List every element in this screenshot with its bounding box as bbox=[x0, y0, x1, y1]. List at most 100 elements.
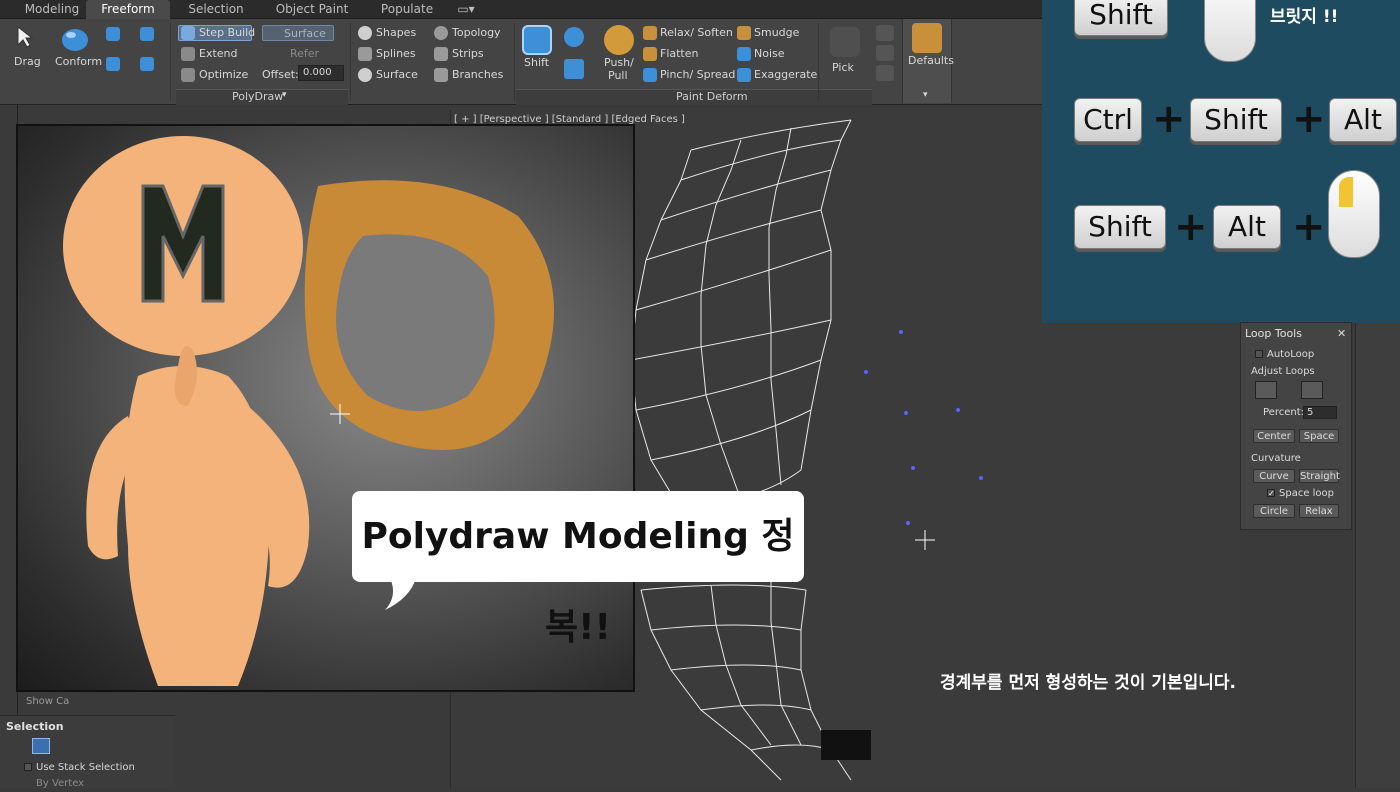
shapes-icon bbox=[358, 26, 372, 40]
show-cage-label[interactable]: Show Ca bbox=[26, 696, 69, 707]
polydraw-dropdown-icon[interactable]: ▾ bbox=[282, 90, 287, 100]
strips-icon bbox=[434, 47, 448, 61]
center-button[interactable]: Center bbox=[1253, 429, 1295, 443]
adjust-loop-left-icon[interactable] bbox=[1255, 381, 1277, 399]
relax-button[interactable]: Relax bbox=[1299, 504, 1339, 518]
exaggerate-button[interactable]: Exaggerate bbox=[754, 68, 817, 81]
topology-icon bbox=[434, 26, 448, 40]
splines-button[interactable]: Splines bbox=[376, 47, 416, 60]
mouse-left-button-highlight bbox=[1339, 177, 1353, 207]
loop-tools-close-icon[interactable]: ✕ bbox=[1337, 327, 1346, 340]
percent-label: Percent: bbox=[1263, 407, 1304, 418]
curve-button[interactable]: Curve bbox=[1253, 469, 1295, 483]
straight-button[interactable]: Straight bbox=[1299, 469, 1340, 483]
shift-icon[interactable] bbox=[522, 25, 552, 55]
key-shift-row3: Shift bbox=[1074, 205, 1166, 249]
topology-button[interactable]: Topology bbox=[452, 26, 501, 39]
key-ctrl: Ctrl bbox=[1074, 98, 1142, 142]
by-vertex-label: By Vertex bbox=[36, 778, 85, 789]
percent-input[interactable]: 5 bbox=[1303, 406, 1337, 419]
noise-button[interactable]: Noise bbox=[754, 47, 785, 60]
close-icon[interactable] bbox=[876, 45, 894, 61]
extend-icon bbox=[181, 47, 195, 61]
extend-button[interactable]: Extend bbox=[199, 47, 238, 60]
polydraw-group-label[interactable]: PolyDraw bbox=[232, 90, 283, 103]
conform-rotate-icon[interactable] bbox=[140, 27, 154, 41]
splines-icon bbox=[358, 47, 372, 61]
conform-icon[interactable] bbox=[60, 25, 90, 55]
use-stack-checkbox[interactable] bbox=[24, 763, 32, 771]
noise-icon bbox=[737, 47, 751, 61]
defaults-dropdown-icon[interactable]: ▾ bbox=[923, 90, 928, 100]
push-label[interactable]: Push/ bbox=[604, 56, 634, 69]
key-alt-row3: Alt bbox=[1213, 205, 1281, 249]
drag-icon[interactable] bbox=[14, 25, 38, 49]
conform-brush-icon[interactable] bbox=[140, 57, 154, 71]
bubble-text: Polydraw Modeling 정복!! bbox=[361, 516, 795, 648]
branches-button[interactable]: Branches bbox=[452, 68, 503, 81]
pull-label[interactable]: Pull bbox=[608, 69, 628, 82]
push-pull-icon[interactable] bbox=[604, 25, 634, 55]
mouse-icon-row1 bbox=[1204, 0, 1256, 62]
conform-move-icon[interactable] bbox=[106, 27, 120, 41]
step-build-label: Step Build bbox=[199, 26, 256, 39]
loop-tools-panel: Loop Tools ✕ AutoLoop Adjust Loops Perce… bbox=[1240, 322, 1352, 530]
scale-brush-icon[interactable] bbox=[564, 59, 584, 79]
tab-selection[interactable]: Selection bbox=[172, 0, 260, 19]
optimize-icon bbox=[181, 68, 195, 82]
surface-mode-button[interactable]: Surface bbox=[376, 68, 418, 81]
curvature-label: Curvature bbox=[1251, 453, 1301, 464]
ribbon: Drag Conform Step Build Extend Optimize … bbox=[0, 19, 1045, 105]
command-panel-edge bbox=[1355, 323, 1400, 788]
offset-input[interactable]: 0.000 bbox=[298, 65, 344, 81]
plus-sign: + bbox=[1292, 204, 1326, 250]
selection-title[interactable]: Selection bbox=[6, 720, 64, 733]
tab-populate[interactable]: Populate bbox=[364, 0, 450, 19]
surface-icon bbox=[358, 68, 372, 82]
smudge-button[interactable]: Smudge bbox=[754, 26, 799, 39]
tab-more-icon[interactable]: ▭▾ bbox=[452, 0, 480, 19]
key-alt-row2: Alt bbox=[1329, 98, 1397, 142]
space-loop-checkbox[interactable]: ✓ bbox=[1267, 489, 1275, 498]
plus-sign: + bbox=[1152, 96, 1186, 142]
relax-soften-button[interactable]: Relax/ Soften bbox=[660, 26, 733, 39]
check-icon[interactable] bbox=[876, 25, 894, 41]
tab-modeling[interactable]: Modeling bbox=[8, 0, 96, 19]
conform-label[interactable]: Conform bbox=[55, 55, 102, 68]
mouse-icon-row3 bbox=[1328, 170, 1380, 258]
flatten-icon bbox=[643, 47, 657, 61]
undo-icon[interactable] bbox=[876, 65, 894, 81]
smudge-icon bbox=[737, 26, 751, 40]
refer-button[interactable]: Refer bbox=[290, 47, 319, 60]
autoloop-checkbox[interactable] bbox=[1255, 350, 1263, 358]
paint-deform-group-label[interactable]: Paint Deform bbox=[676, 90, 748, 103]
relax-icon bbox=[643, 26, 657, 40]
autoloop-label: AutoLoop bbox=[1267, 349, 1315, 360]
adjust-loop-right-icon[interactable] bbox=[1301, 381, 1323, 399]
strips-button[interactable]: Strips bbox=[452, 47, 484, 60]
pick-label[interactable]: Pick bbox=[832, 61, 854, 74]
optimize-button[interactable]: Optimize bbox=[199, 68, 248, 81]
defaults-label: Defaults bbox=[908, 54, 954, 67]
plus-sign: + bbox=[1174, 204, 1208, 250]
space-button[interactable]: Space bbox=[1299, 429, 1339, 443]
shift-label[interactable]: Shift bbox=[524, 56, 549, 69]
pinch-spread-button[interactable]: Pinch/ Spread bbox=[660, 68, 735, 81]
rotate-brush-icon[interactable] bbox=[564, 27, 584, 47]
flatten-button[interactable]: Flatten bbox=[660, 47, 699, 60]
ribbon-separator bbox=[350, 23, 351, 101]
step-build-icon bbox=[181, 26, 195, 40]
percent-value: 5 bbox=[1307, 407, 1314, 418]
vertex-mode-icon[interactable] bbox=[32, 738, 50, 754]
circle-button[interactable]: Circle bbox=[1253, 504, 1295, 518]
pick-icon[interactable] bbox=[830, 27, 860, 57]
ribbon-separator bbox=[514, 23, 515, 101]
tab-object-paint[interactable]: Object Paint bbox=[262, 0, 362, 19]
drag-label[interactable]: Drag bbox=[14, 55, 41, 68]
speech-bubble-tail bbox=[385, 578, 416, 610]
pinch-icon bbox=[643, 68, 657, 82]
tab-freeform[interactable]: Freeform bbox=[86, 0, 170, 19]
shapes-button[interactable]: Shapes bbox=[376, 26, 416, 39]
plus-sign: + bbox=[1292, 96, 1326, 142]
conform-scale-icon[interactable] bbox=[106, 57, 120, 71]
